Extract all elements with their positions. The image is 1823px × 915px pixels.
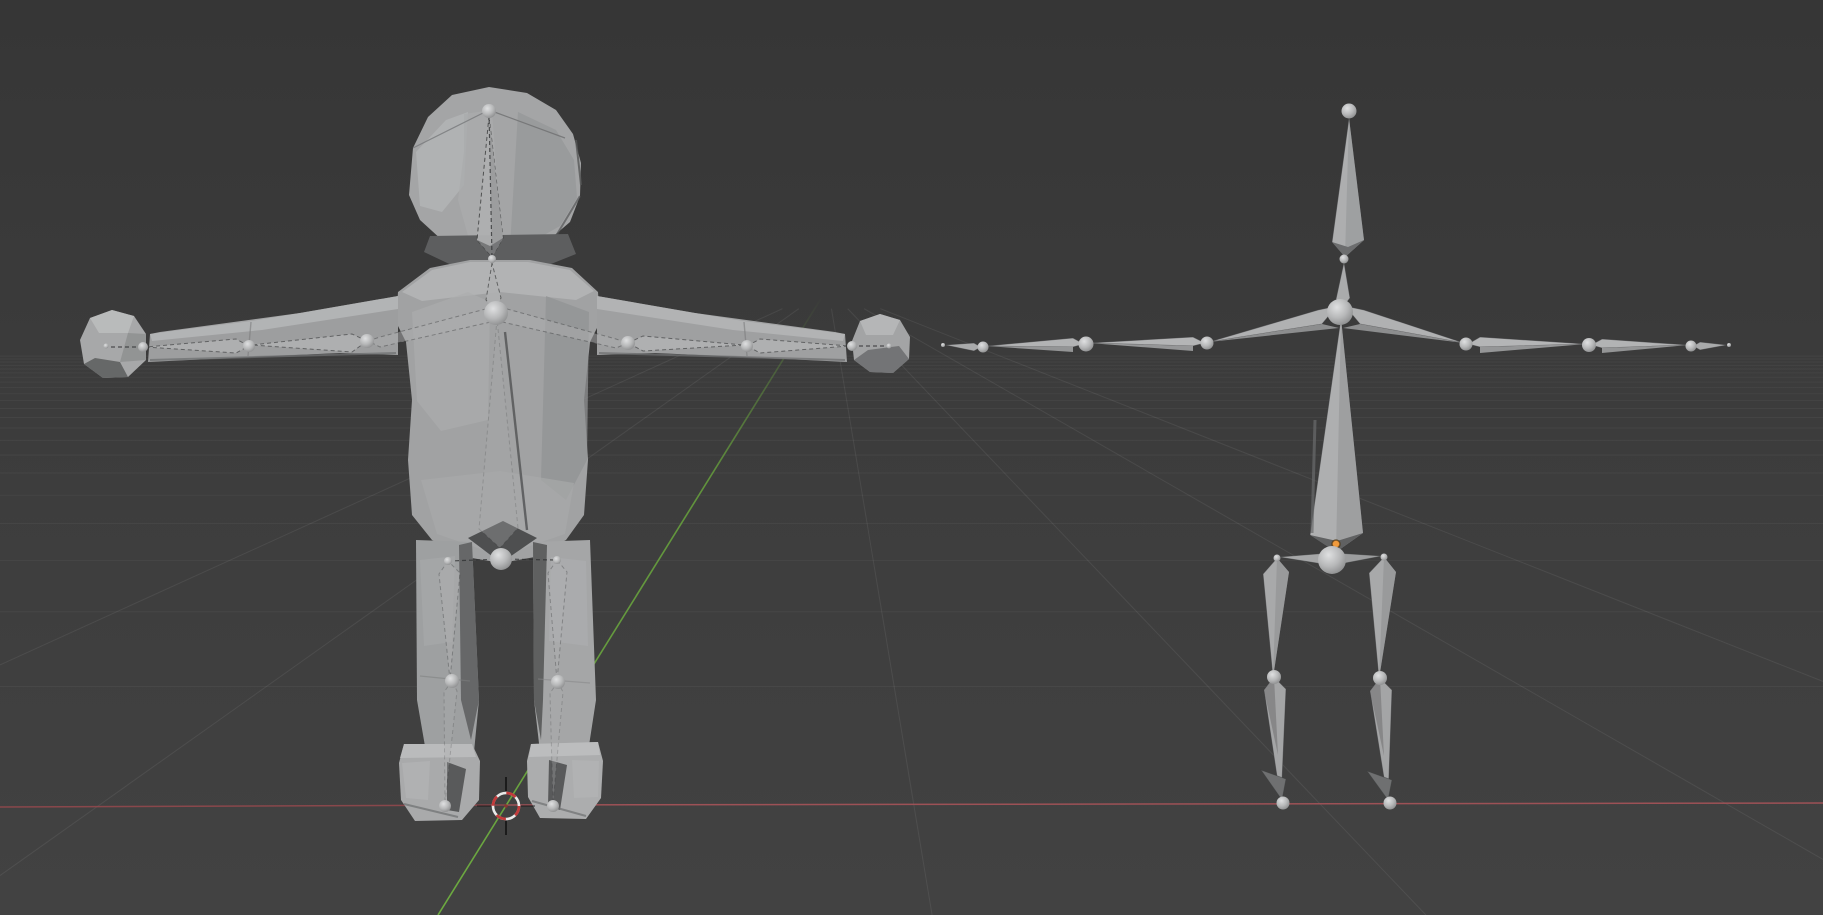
joint-sphere-knee-r[interactable] <box>1373 671 1387 685</box>
joint-sphere-knee-l[interactable] <box>1267 670 1281 684</box>
viewport-background <box>0 0 1823 915</box>
joint-sphere-wrist-l[interactable] <box>978 342 989 353</box>
joint-sphere-elbow-r[interactable] <box>741 340 753 352</box>
joint-sphere-hip-l[interactable] <box>1274 555 1281 562</box>
joint-sphere-chest[interactable] <box>1327 299 1353 325</box>
joint-sphere-hand-tip-l[interactable] <box>941 343 945 347</box>
joint-sphere-head-top[interactable] <box>1342 104 1357 119</box>
joint-sphere-wrist-r[interactable] <box>847 341 857 351</box>
joint-sphere-ankle-r[interactable] <box>1384 797 1397 810</box>
joint-sphere-hip-r[interactable] <box>1381 554 1388 561</box>
joint-sphere-wrist-l[interactable] <box>138 342 148 352</box>
shoe-left-facet[interactable] <box>402 761 430 800</box>
joint-sphere-shoulder-r[interactable] <box>1460 338 1473 351</box>
joint-sphere-shoulder-l[interactable] <box>1201 337 1214 350</box>
shoe-right-cuff[interactable] <box>529 742 600 757</box>
joint-sphere-neck[interactable] <box>1340 255 1349 264</box>
joint-sphere-pelvis[interactable] <box>1318 546 1346 574</box>
viewport-canvas[interactable] <box>0 0 1823 915</box>
joint-sphere-neck[interactable] <box>488 255 496 263</box>
joint-sphere-elbow-l[interactable] <box>1079 337 1094 352</box>
joint-sphere-head-top[interactable] <box>482 104 496 118</box>
joint-sphere-toe-r[interactable] <box>547 800 559 812</box>
joint-sphere-hip-r[interactable] <box>553 556 561 564</box>
joint-sphere-shoulder-r[interactable] <box>621 336 635 350</box>
joint-sphere-hand-tip-r[interactable] <box>1727 343 1731 347</box>
shoe-left-cuff[interactable] <box>400 744 476 758</box>
joint-sphere-knee-r[interactable] <box>551 675 565 689</box>
joint-sphere-pelvis[interactable] <box>490 548 512 570</box>
joint-sphere-elbow-r[interactable] <box>1582 338 1596 352</box>
cursor-center-dot <box>504 804 508 808</box>
shoe-right-facet[interactable] <box>572 760 599 798</box>
blender-3d-viewport[interactable] <box>0 0 1823 915</box>
joint-sphere-toe-l[interactable] <box>439 800 451 812</box>
joint-sphere-shoulder-l[interactable] <box>360 334 374 348</box>
joint-sphere-hand-tip-r[interactable] <box>887 344 892 349</box>
joint-sphere-wrist-r[interactable] <box>1686 341 1697 352</box>
joint-sphere-elbow-l[interactable] <box>243 340 255 352</box>
joint-sphere-chest[interactable] <box>484 301 508 325</box>
joint-sphere-ankle-l[interactable] <box>1277 797 1290 810</box>
background-fill <box>0 0 1823 915</box>
joint-sphere-hip-l[interactable] <box>444 557 452 565</box>
joint-sphere-hand-tip-l[interactable] <box>104 344 109 349</box>
joint-sphere-knee-l[interactable] <box>445 674 459 688</box>
